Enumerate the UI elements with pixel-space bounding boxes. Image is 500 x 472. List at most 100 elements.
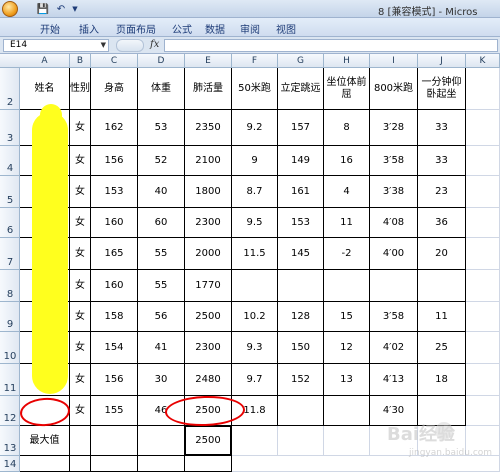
header-cell-vital-capacity[interactable]: 肺活量 (185, 68, 232, 110)
column-header-d[interactable]: D (138, 54, 185, 68)
cell-height[interactable]: 160 (91, 270, 138, 302)
cell-vital-capacity[interactable]: 1770 (185, 270, 232, 302)
empty-cell[interactable] (138, 456, 185, 472)
cell-vital-capacity[interactable]: 2000 (185, 238, 232, 270)
cell-weight[interactable]: 55 (138, 238, 185, 270)
cell-gender[interactable]: 女 (70, 238, 91, 270)
cell-height[interactable]: 165 (91, 238, 138, 270)
cell-50m[interactable]: 9.7 (232, 364, 278, 396)
cell-sit-reach[interactable]: 16 (324, 146, 370, 176)
cell-height[interactable]: 155 (91, 396, 138, 426)
cell-800m[interactable]: 4′08 (370, 208, 418, 238)
tab-insert[interactable]: 插入 (79, 21, 99, 36)
cell-800m[interactable]: 3′58 (370, 302, 418, 332)
cell-long-jump[interactable]: 153 (278, 208, 324, 238)
header-cell-name[interactable]: 姓名 (20, 68, 70, 110)
tab-review[interactable]: 审阅 (240, 21, 260, 36)
empty-cell[interactable] (232, 426, 278, 456)
row-header[interactable]: 6 (0, 208, 20, 238)
cell-gender[interactable]: 女 (70, 364, 91, 396)
cell-800m[interactable]: 4′13 (370, 364, 418, 396)
cell-vital-capacity[interactable]: 1800 (185, 176, 232, 208)
header-cell-800m[interactable]: 800米跑 (370, 68, 418, 110)
cell-long-jump[interactable]: 152 (278, 364, 324, 396)
cell-weight[interactable]: 52 (138, 146, 185, 176)
cell-vital-capacity[interactable]: 2500 (185, 302, 232, 332)
header-cell-height[interactable]: 身高 (91, 68, 138, 110)
cell-50m[interactable]: 10.2 (232, 302, 278, 332)
column-header-b[interactable]: B (70, 54, 91, 68)
formula-input[interactable] (164, 39, 498, 52)
chevron-down-icon[interactable]: ▼ (101, 40, 106, 51)
cell-50m[interactable]: 11.5 (232, 238, 278, 270)
row-header[interactable]: 8 (0, 270, 20, 302)
row-header[interactable]: 13 (0, 426, 20, 456)
cell-long-jump[interactable]: 150 (278, 332, 324, 364)
row-header[interactable]: 2 (0, 68, 20, 110)
cell-situps[interactable]: 33 (418, 146, 466, 176)
empty-cell[interactable] (91, 456, 138, 472)
column-header-j[interactable]: J (418, 54, 466, 68)
cell-50m[interactable]: 9.3 (232, 332, 278, 364)
cell-gender[interactable]: 女 (70, 270, 91, 302)
cell-weight[interactable]: 30 (138, 364, 185, 396)
cell-situps[interactable]: 25 (418, 332, 466, 364)
row-header[interactable]: 5 (0, 176, 20, 208)
cell-50m[interactable]: 9.5 (232, 208, 278, 238)
summary-label-cell[interactable]: 最大值 (20, 426, 70, 456)
header-cell-situps[interactable]: 一分钟仰卧起坐 (418, 68, 466, 110)
cell-sit-reach[interactable]: 12 (324, 332, 370, 364)
cell-height[interactable]: 153 (91, 176, 138, 208)
cell-situps[interactable]: 18 (418, 364, 466, 396)
header-cell-weight[interactable]: 体重 (138, 68, 185, 110)
header-cell-gender[interactable]: 性别 (70, 68, 91, 110)
cell-vital-capacity[interactable]: 2300 (185, 332, 232, 364)
cell-situps[interactable]: 20 (418, 238, 466, 270)
cell-gender[interactable]: 女 (70, 332, 91, 364)
empty-cell[interactable] (466, 68, 500, 110)
cell-sit-reach[interactable] (324, 270, 370, 302)
cell-height[interactable]: 156 (91, 364, 138, 396)
empty-cell[interactable] (466, 302, 500, 332)
cell-sit-reach[interactable]: -2 (324, 238, 370, 270)
empty-cell[interactable] (324, 426, 370, 456)
empty-cell[interactable] (466, 332, 500, 364)
cell-long-jump[interactable]: 149 (278, 146, 324, 176)
row-header[interactable]: 11 (0, 364, 20, 396)
column-header-f[interactable]: F (232, 54, 278, 68)
tab-data[interactable]: 数据 (205, 21, 225, 36)
cell-vital-capacity[interactable]: 2480 (185, 364, 232, 396)
cell-800m[interactable]: 3′38 (370, 176, 418, 208)
column-header-k[interactable]: K (466, 54, 500, 68)
empty-cell[interactable] (466, 208, 500, 238)
empty-cell[interactable] (20, 456, 70, 472)
cell-sit-reach[interactable] (324, 396, 370, 426)
row-header[interactable]: 14 (0, 456, 20, 472)
row-header[interactable]: 7 (0, 238, 20, 270)
cell-gender[interactable]: 女 (70, 146, 91, 176)
row-header[interactable]: 10 (0, 332, 20, 364)
row-header[interactable]: 9 (0, 302, 20, 332)
cell-50m[interactable]: 9 (232, 146, 278, 176)
cell-height[interactable]: 154 (91, 332, 138, 364)
quick-access-dropdown-icon[interactable]: ▼ (70, 2, 80, 16)
cell-800m[interactable]: 4′02 (370, 332, 418, 364)
cell-gender[interactable]: 女 (70, 302, 91, 332)
cell-gender[interactable]: 女 (70, 396, 91, 426)
empty-cell[interactable] (466, 146, 500, 176)
header-cell-50m[interactable]: 50米跑 (232, 68, 278, 110)
empty-cell[interactable] (278, 426, 324, 456)
cell-long-jump[interactable]: 161 (278, 176, 324, 208)
cell-height[interactable]: 162 (91, 110, 138, 146)
empty-cell[interactable] (70, 426, 91, 456)
cell-long-jump[interactable]: 157 (278, 110, 324, 146)
cell-situps[interactable]: 36 (418, 208, 466, 238)
empty-cell[interactable] (466, 364, 500, 396)
empty-cell[interactable] (91, 426, 138, 456)
empty-cell[interactable] (138, 426, 185, 456)
cell-vital-capacity[interactable]: 2300 (185, 208, 232, 238)
cell-vital-capacity[interactable]: 2350 (185, 110, 232, 146)
cell-situps[interactable] (418, 270, 466, 302)
empty-cell[interactable] (466, 110, 500, 146)
save-icon[interactable]: 💾 (36, 2, 50, 16)
